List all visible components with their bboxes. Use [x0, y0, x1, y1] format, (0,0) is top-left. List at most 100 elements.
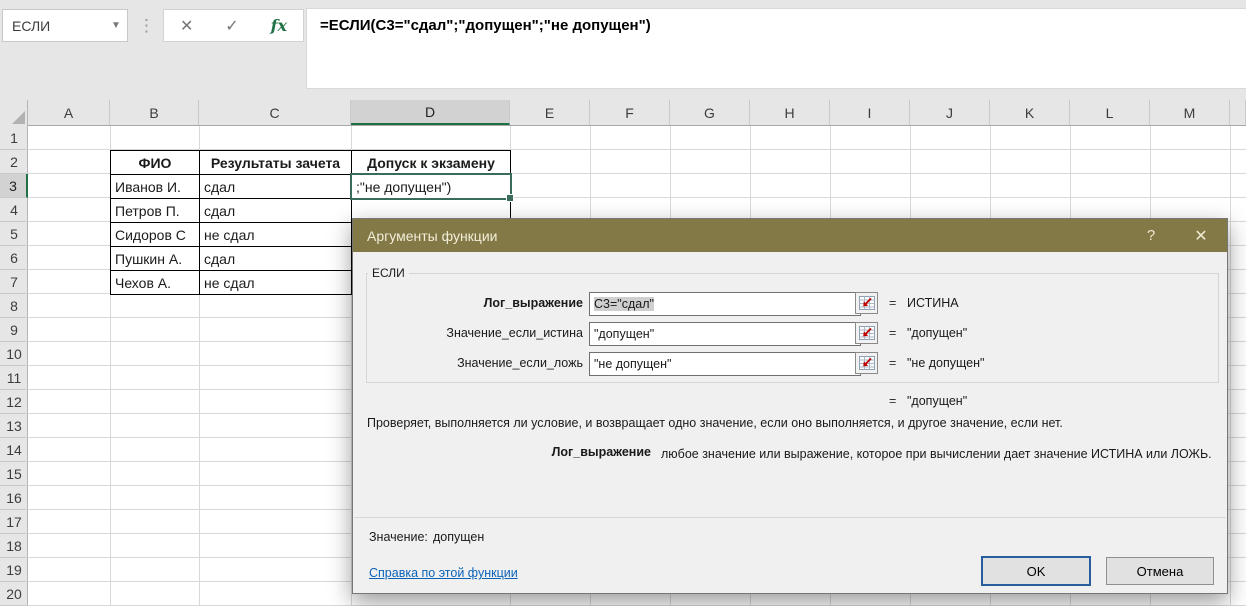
arg-input-text: "допущен"	[594, 327, 654, 341]
row-header-16[interactable]: 16	[0, 486, 28, 510]
confirm-entry-icon[interactable]: ✓	[225, 16, 238, 36]
row-header-10[interactable]: 10	[0, 342, 28, 366]
equals-sign: =	[889, 296, 896, 310]
column-header-f[interactable]: F	[590, 100, 670, 125]
range-selector-icon	[859, 326, 875, 340]
arg-result-value-if-false: "не допущен"	[907, 356, 984, 370]
collapse-dialog-button[interactable]	[855, 322, 878, 344]
cell-b4[interactable]: Петров П.	[110, 198, 200, 223]
function-arguments-dialog: Аргументы функции ? ✕ ЕСЛИ Лог_выражение…	[352, 218, 1228, 594]
excel-window: ЕСЛИ ▼ ⋮ ✕ ✓ fx =ЕСЛИ(C3="сдал";"допущен…	[0, 0, 1246, 606]
collapse-dialog-button[interactable]	[855, 292, 878, 314]
arg-input-value-if-false[interactable]: "не допущен"	[589, 352, 861, 376]
arg-input-selected-text: C3="сдал"	[594, 297, 654, 311]
row-header-13[interactable]: 13	[0, 414, 28, 438]
row-header-12[interactable]: 12	[0, 390, 28, 414]
formula-text[interactable]: =ЕСЛИ(C3="сдал";"допущен";"не допущен")	[320, 17, 651, 34]
column-header-a[interactable]: A	[28, 100, 110, 125]
row-header-11[interactable]: 11	[0, 366, 28, 390]
cell-b7[interactable]: Чехов А.	[110, 270, 200, 295]
gridline	[1230, 126, 1231, 606]
row-header-15[interactable]: 15	[0, 462, 28, 486]
fill-handle[interactable]	[506, 194, 514, 202]
column-header-h[interactable]: H	[750, 100, 830, 125]
ok-button[interactable]: OK	[981, 556, 1091, 586]
column-header-k[interactable]: K	[990, 100, 1070, 125]
row-header-7[interactable]: 7	[0, 270, 28, 294]
row-header-4[interactable]: 4	[0, 198, 28, 222]
row-header-8[interactable]: 8	[0, 294, 28, 318]
formula-final-result: "допущен"	[907, 394, 967, 408]
column-header-i[interactable]: I	[830, 100, 910, 125]
arg-input-logical-test[interactable]: C3="сдал"	[589, 292, 861, 316]
column-header-l[interactable]: L	[1070, 100, 1150, 125]
row-header-20[interactable]: 20	[0, 582, 28, 606]
row-header-19[interactable]: 19	[0, 558, 28, 582]
dialog-title: Аргументы функции	[367, 228, 497, 244]
column-header-c[interactable]: C	[199, 100, 351, 125]
dialog-title-bar[interactable]: Аргументы функции	[353, 219, 1227, 252]
cell-c3[interactable]: сдал	[199, 174, 352, 199]
cancel-entry-icon[interactable]: ✕	[180, 16, 193, 36]
insert-function-icon[interactable]: fx	[271, 16, 287, 35]
active-cell-selection	[350, 173, 512, 200]
row-header-3-selected[interactable]: 3	[0, 174, 28, 198]
cell-b3[interactable]: Иванов И.	[110, 174, 200, 199]
cell-c5[interactable]: не сдал	[199, 222, 352, 247]
row-header-18[interactable]: 18	[0, 534, 28, 558]
formula-toolbar: ✕ ✓ fx	[163, 9, 304, 42]
arg-help-text: любое значение или выражение, которое пр…	[661, 445, 1216, 464]
name-box[interactable]: ЕСЛИ ▼	[2, 9, 128, 42]
select-all-triangle-icon	[12, 111, 25, 124]
arg-result-value-if-true: "допущен"	[907, 326, 967, 340]
arg-label-logical-test: Лог_выражение	[373, 296, 583, 310]
arg-input-text: "не допущен"	[594, 357, 671, 371]
equals-sign: =	[889, 356, 896, 370]
arg-label-value-if-false: Значение_если_ложь	[373, 356, 583, 370]
arg-label-value-if-true: Значение_если_истина	[373, 326, 583, 340]
formula-bar[interactable]: =ЕСЛИ(C3="сдал";"допущен";"не допущен")	[306, 8, 1246, 89]
name-box-value[interactable]: ЕСЛИ	[3, 18, 105, 34]
column-header-m[interactable]: M	[1150, 100, 1230, 125]
row-header-9[interactable]: 9	[0, 318, 28, 342]
range-selector-icon	[859, 356, 875, 370]
cancel-button[interactable]: Отмена	[1106, 557, 1214, 585]
dialog-help-icon[interactable]: ?	[1129, 219, 1173, 252]
equals-sign: =	[889, 326, 896, 340]
cell-d2-header[interactable]: Допуск к экзамену	[351, 150, 511, 175]
row-header-1[interactable]: 1	[0, 126, 28, 150]
dialog-separator	[354, 517, 1226, 518]
column-header-b[interactable]: B	[110, 100, 199, 125]
chevron-down-icon[interactable]: ▼	[105, 20, 127, 31]
column-header-stub	[1230, 100, 1246, 125]
collapse-dialog-button[interactable]	[855, 352, 878, 374]
column-header-d-selected[interactable]: D	[351, 100, 510, 125]
select-all-corner[interactable]	[0, 100, 28, 126]
row-header-5[interactable]: 5	[0, 222, 28, 246]
cell-b6[interactable]: Пушкин А.	[110, 246, 200, 271]
value-result: допущен	[433, 530, 484, 544]
cell-c7[interactable]: не сдал	[199, 270, 352, 295]
cell-b2-header[interactable]: ФИО	[110, 150, 200, 175]
row-header-14[interactable]: 14	[0, 438, 28, 462]
arg-result-logical-test: ИСТИНА	[907, 296, 959, 310]
cell-c4[interactable]: сдал	[199, 198, 352, 223]
function-description: Проверяет, выполняется ли условие, и воз…	[367, 415, 1213, 432]
arg-help-label: Лог_выражение	[453, 445, 651, 459]
arg-input-value-if-true[interactable]: "допущен"	[589, 322, 861, 346]
row-header-2[interactable]: 2	[0, 150, 28, 174]
function-help-link[interactable]: Справка по этой функции	[369, 566, 518, 580]
cell-c2-header[interactable]: Результаты зачета	[199, 150, 352, 175]
column-header-e[interactable]: E	[510, 100, 590, 125]
cell-c6[interactable]: сдал	[199, 246, 352, 271]
row-header-6[interactable]: 6	[0, 246, 28, 270]
row-header-17[interactable]: 17	[0, 510, 28, 534]
value-label: Значение:	[369, 530, 428, 544]
column-header-j[interactable]: J	[910, 100, 990, 125]
equals-sign: =	[889, 394, 896, 408]
row-header-column: 1 2 3 4 5 6 7 8 9 10 11 12 13 14 15 16 1…	[0, 126, 28, 606]
close-icon[interactable]: ✕	[1179, 219, 1223, 252]
range-selector-icon	[859, 296, 875, 310]
column-header-g[interactable]: G	[670, 100, 750, 125]
cell-b5[interactable]: Сидоров С	[110, 222, 200, 247]
